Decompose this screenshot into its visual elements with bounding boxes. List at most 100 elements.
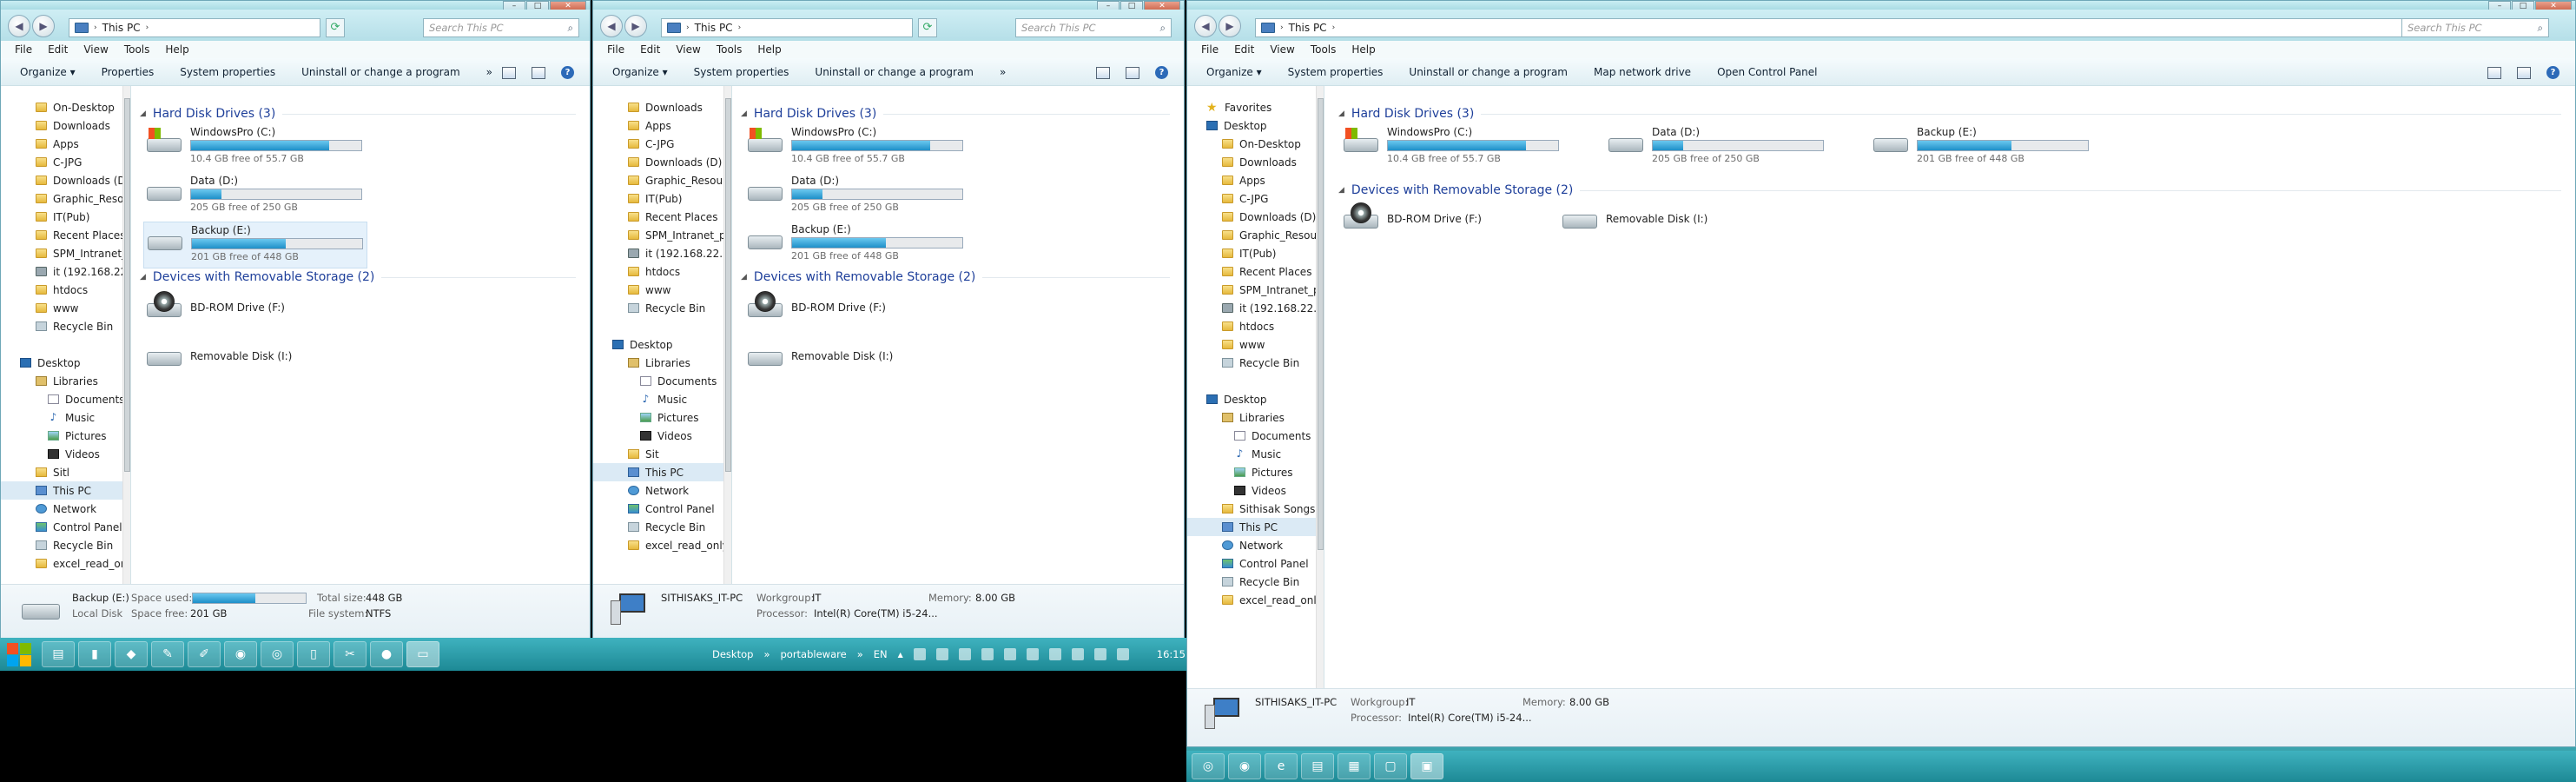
menu-item-tools[interactable]: Tools	[717, 43, 743, 56]
tray-desktop-toolbar[interactable]: Desktop	[712, 648, 753, 660]
taskbar-button[interactable]: ▤	[42, 641, 75, 667]
nav-item[interactable]: ♪ Music	[1187, 445, 1316, 463]
tray-app-icon[interactable]	[1116, 648, 1129, 660]
nav-item[interactable]: Downloads (D)	[1, 171, 122, 189]
nav-item[interactable]: Apps	[1187, 171, 1316, 189]
nav-item[interactable]: Desktop	[593, 335, 723, 354]
command-system-properties[interactable]: System properties	[1288, 66, 1384, 78]
forward-button[interactable]: ▶	[624, 15, 647, 37]
group-header-removable[interactable]: ◢ Devices with Removable Storage (2)	[741, 270, 1170, 284]
collapse-icon[interactable]: ◢	[1338, 186, 1344, 195]
nav-item[interactable]: Sit	[593, 445, 723, 463]
group-header-hard-disks[interactable]: ◢ Hard Disk Drives (3)	[1338, 107, 2561, 121]
taskbar-button[interactable]: ▦	[1338, 753, 1371, 779]
command-uninstall-or-change-a-program[interactable]: Uninstall or change a program	[1409, 66, 1568, 78]
nav-item[interactable]: ♪ Music	[1, 408, 122, 427]
nav-item[interactable]: Videos	[1, 445, 122, 463]
nav-item[interactable]: Desktop	[1187, 390, 1316, 408]
nav-item[interactable]: SPM_Intranet_proj	[1187, 281, 1316, 299]
back-button[interactable]: ◀	[600, 15, 623, 37]
collapse-icon[interactable]: ◢	[741, 109, 747, 118]
drive-tile[interactable]: Backup (E:) 201 GB free of 448 GB	[1870, 124, 2129, 171]
menu-item-help[interactable]: Help	[757, 43, 781, 56]
back-button[interactable]: ◀	[1194, 15, 1217, 37]
menu-item-tools[interactable]: Tools	[1311, 43, 1337, 56]
search-input[interactable]: Search This PC ⌕	[1015, 18, 1172, 37]
nav-item[interactable]: Recycle Bin	[1187, 573, 1316, 591]
nav-item[interactable]: Pictures	[1, 427, 122, 445]
nav-item[interactable]: Desktop	[1187, 116, 1316, 135]
forward-button[interactable]: ▶	[32, 15, 55, 37]
nav-item[interactable]: excel_read_only	[1, 554, 122, 573]
nav-item[interactable]: htdocs	[1, 281, 122, 299]
nav-item[interactable]: Recycle Bin	[593, 518, 723, 536]
menu-item-file[interactable]: File	[15, 43, 32, 56]
menu-item-view[interactable]: View	[1270, 43, 1294, 56]
preview-pane-icon[interactable]	[1126, 66, 1139, 79]
taskbar-button[interactable]: ◎	[1192, 753, 1225, 779]
tray-app-icon[interactable]	[1003, 648, 1016, 660]
nav-item[interactable]: Libraries	[1187, 408, 1316, 427]
taskbar-button[interactable]: ✂	[334, 641, 367, 667]
refresh-button[interactable]: ⟳	[326, 18, 345, 37]
tray-chevron-icon[interactable]: »	[857, 648, 863, 660]
nav-item[interactable]: Documents	[1187, 427, 1316, 445]
change-view-icon[interactable]	[502, 66, 516, 79]
nav-item[interactable]: htdocs	[593, 262, 723, 281]
drive-tile[interactable]: Data (D:) 205 GB free of 250 GB	[143, 173, 367, 220]
nav-item[interactable]: This PC	[1187, 518, 1316, 536]
search-input[interactable]: Search This PC ⌕	[2401, 18, 2549, 37]
tray-app-icon[interactable]	[935, 648, 948, 660]
nav-item[interactable]: Network	[1187, 536, 1316, 554]
address-bar[interactable]: › This PC ›	[661, 18, 913, 37]
show-hidden-icons-icon[interactable]: ▲	[898, 651, 903, 659]
change-view-icon[interactable]	[2487, 66, 2501, 79]
taskbar-button[interactable]: ●	[370, 641, 403, 667]
nav-item[interactable]: Downloads	[593, 98, 723, 116]
nav-item[interactable]: Libraries	[593, 354, 723, 372]
menu-item-view[interactable]: View	[83, 43, 108, 56]
nav-item[interactable]: www	[1187, 335, 1316, 354]
menu-item-edit[interactable]: Edit	[640, 43, 660, 56]
drive-tile[interactable]: Backup (E:) 201 GB free of 448 GB	[143, 222, 367, 268]
nav-item[interactable]: Recycle Bin	[593, 299, 723, 317]
nav-item[interactable]: Pictures	[593, 408, 723, 427]
nav-item[interactable]: Downloads (D)	[1187, 208, 1316, 226]
nav-item[interactable]: Recent Places	[1187, 262, 1316, 281]
drive-tile[interactable]: Data (D:) 205 GB free of 250 GB	[1605, 124, 1864, 171]
nav-item[interactable]: IT(Pub)	[1, 208, 122, 226]
breadcrumb-chevron-icon[interactable]: ›	[146, 23, 149, 32]
nav-item[interactable]: C-JPG	[1187, 189, 1316, 208]
help-icon[interactable]: ?	[561, 66, 574, 79]
menu-item-file[interactable]: File	[1201, 43, 1219, 56]
breadcrumb-chevron-icon[interactable]: ›	[1280, 23, 1284, 32]
taskbar-button[interactable]: ◉	[224, 641, 257, 667]
help-icon[interactable]: ?	[2546, 66, 2559, 79]
search-icon[interactable]: ⌕	[1160, 22, 1166, 35]
change-view-icon[interactable]	[1096, 66, 1110, 79]
nav-item[interactable]: Recent Places	[593, 208, 723, 226]
command-uninstall-or-change-a-program[interactable]: Uninstall or change a program	[815, 66, 974, 78]
breadcrumb-chevron-icon[interactable]: ›	[1332, 23, 1336, 32]
drive-tile[interactable]: Data (D:) 205 GB free of 250 GB	[744, 173, 968, 220]
tray-app-icon[interactable]	[913, 648, 926, 660]
removable-tile[interactable]: Removable Disk (I:)	[1559, 201, 1767, 248]
menu-item-file[interactable]: File	[607, 43, 624, 56]
nav-item[interactable]: www	[1, 299, 122, 317]
command-properties[interactable]: Properties	[102, 66, 155, 78]
taskbar-button[interactable]: ▣	[1410, 753, 1443, 779]
nav-scrollbar[interactable]	[122, 86, 130, 584]
tray-app-icon[interactable]	[981, 648, 994, 660]
nav-item[interactable]: www	[593, 281, 723, 299]
group-header-removable[interactable]: ◢ Devices with Removable Storage (2)	[140, 270, 576, 284]
taskbar-button[interactable]: ▤	[1301, 753, 1334, 779]
nav-item[interactable]: it (192.168.22.19)	[1, 262, 122, 281]
drive-tile[interactable]: Backup (E:) 201 GB free of 448 GB	[744, 222, 968, 268]
preview-pane-icon[interactable]	[532, 66, 545, 79]
nav-item[interactable]: Network	[593, 481, 723, 500]
command-uninstall-or-change-a-program[interactable]: Uninstall or change a program	[301, 66, 460, 78]
taskbar-button[interactable]: ✎	[151, 641, 184, 667]
back-button[interactable]: ◀	[8, 15, 30, 37]
collapse-icon[interactable]: ◢	[741, 273, 747, 282]
taskbar-button[interactable]: ▢	[1374, 753, 1407, 779]
